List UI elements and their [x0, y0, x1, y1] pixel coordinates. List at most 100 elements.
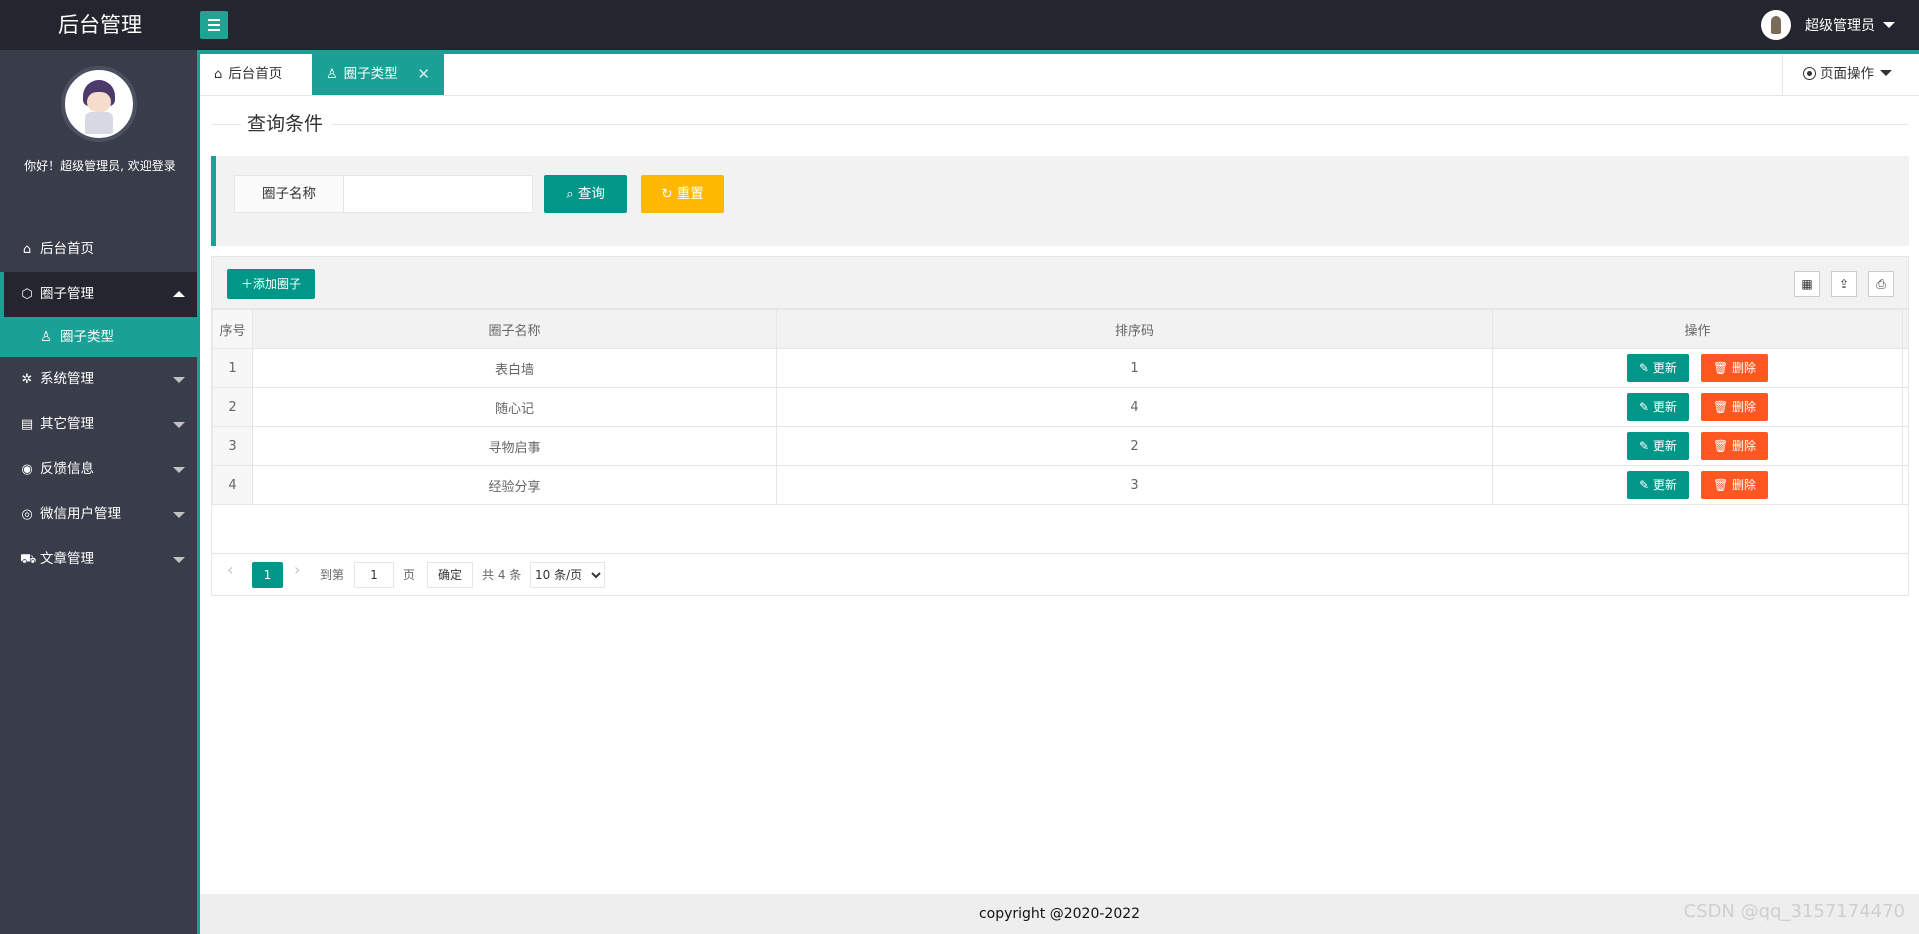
- page-number-current[interactable]: 1: [252, 562, 283, 588]
- column-header[interactable]: 序号: [212, 309, 253, 349]
- sidebar-item-system[interactable]: ✲ 系统管理: [0, 357, 197, 402]
- edit-label: 更新: [1652, 400, 1677, 414]
- table-row: 4 经验分享 3 ✎ 更新 🗑 删除: [212, 465, 1909, 505]
- export-icon[interactable]: ⇪: [1831, 271, 1857, 297]
- menu-toggle-button[interactable]: [200, 11, 228, 39]
- cell-sort-code: 4: [776, 387, 1493, 427]
- sidebar-item-label: 系统管理: [40, 371, 94, 387]
- cell-sort-code: 1: [776, 348, 1493, 388]
- circle-name-input[interactable]: [343, 175, 533, 213]
- sidebar-item-label: 后台首页: [40, 241, 94, 257]
- row-number: 2: [212, 387, 253, 427]
- cell-sort-code: 3: [776, 465, 1493, 505]
- sidebar-item-circle-management[interactable]: ⬡ 圈子管理: [0, 272, 197, 317]
- hamburger-icon: [208, 19, 220, 21]
- search-icon: ⌕: [566, 186, 574, 202]
- table-header-row: 序号 圈子名称 排序码 操作: [212, 309, 1909, 349]
- edit-button[interactable]: ✎ 更新: [1626, 471, 1689, 499]
- delete-button[interactable]: 🗑 删除: [1700, 432, 1769, 460]
- chevron-right-icon[interactable]: ›: [294, 560, 300, 579]
- circle-name-label: 圈子名称: [234, 175, 344, 213]
- add-circle-button[interactable]: ＋添加圈子: [227, 269, 315, 299]
- query-button-label: 查询: [577, 186, 605, 202]
- data-table-panel: ＋添加圈子 ▦ ⇪ ⎙ 序号 圈子名称 排序码 操作 1 表白墙 1 ✎ 更新: [211, 256, 1909, 596]
- sidebar-item-feedback[interactable]: ◉ 反馈信息: [0, 447, 197, 492]
- chevron-left-icon[interactable]: ‹: [227, 560, 233, 579]
- sidebar-item-label: 圈子管理: [40, 286, 94, 302]
- columns-filter-icon[interactable]: ▦: [1794, 271, 1820, 297]
- sidebar-item-articles[interactable]: ⛟ 文章管理: [0, 537, 197, 582]
- chevron-down-icon: [1880, 70, 1892, 76]
- copyright-text: copyright @2020-2022: [978, 906, 1141, 922]
- radio-dot-icon: [1803, 67, 1816, 80]
- column-header[interactable]: 圈子名称: [252, 309, 777, 349]
- search-section-title: 查询条件: [241, 112, 330, 136]
- total-count: 共 4 条: [482, 568, 522, 582]
- pencil-icon: ✎: [1638, 400, 1649, 414]
- close-icon[interactable]: ✕: [417, 54, 430, 95]
- tab-label: 后台首页: [228, 66, 283, 82]
- circle-type-table: 序号 圈子名称 排序码 操作 1 表白墙 1 ✎ 更新 🗑 删除 2 随心记 4…: [212, 309, 1909, 505]
- column-header[interactable]: 排序码: [776, 309, 1493, 349]
- trash-icon: 🗑: [1712, 439, 1729, 453]
- divider: [331, 124, 1909, 125]
- page-operations-menu[interactable]: 页面操作: [1782, 54, 1919, 95]
- add-circle-label: 添加圈子: [253, 277, 302, 291]
- pagination: ‹ 1 › 到第 1 页 确定 共 4 条 10 条/页: [212, 553, 1908, 595]
- hamburger-line: [208, 24, 220, 26]
- table-row: 1 表白墙 1 ✎ 更新 🗑 删除: [212, 348, 1909, 388]
- page-jump-input[interactable]: 1: [354, 562, 394, 588]
- edit-label: 更新: [1652, 361, 1677, 375]
- cell-circle-name: 表白墙: [252, 348, 777, 388]
- edit-label: 更新: [1652, 439, 1677, 453]
- divider: [211, 124, 241, 125]
- tab-circle-type[interactable]: ♙ 圈子类型 ✕: [312, 54, 444, 95]
- reset-button[interactable]: ↻ 重置: [641, 175, 724, 213]
- delete-button[interactable]: 🗑 删除: [1700, 354, 1769, 382]
- page-size-select[interactable]: 10 条/页: [530, 562, 605, 588]
- reset-button-label: 重置: [676, 186, 704, 202]
- sidebar: 你好！超级管理员, 欢迎登录 ⌂ 后台首页 ⬡ 圈子管理 ♙ 圈子类型 ✲ 系统管理 ▤…: [0, 50, 200, 934]
- row-number: 3: [212, 426, 253, 466]
- username-label: 超级管理员: [1805, 18, 1875, 34]
- edit-button[interactable]: ✎ 更新: [1626, 354, 1689, 382]
- delete-label: 删除: [1732, 361, 1757, 375]
- page-unit-label: 页: [403, 568, 416, 582]
- cell-actions: ✎ 更新 🗑 删除: [1492, 465, 1903, 505]
- sidebar-item-circle-type[interactable]: ♙ 圈子类型: [0, 317, 197, 357]
- pencil-icon: ✎: [1638, 478, 1649, 492]
- chevron-down-icon: [173, 557, 185, 563]
- sidebar-item-other[interactable]: ▤ 其它管理: [0, 402, 197, 447]
- tab-home[interactable]: ⌂ 后台首页: [200, 54, 312, 95]
- sidebar-nav: ⌂ 后台首页 ⬡ 圈子管理 ♙ 圈子类型 ✲ 系统管理 ▤ 其它管理 ◉ 反馈信息 ◎ 微信用…: [0, 227, 197, 582]
- cell-circle-name: 经验分享: [252, 465, 777, 505]
- cart-icon: ⛟: [20, 552, 37, 567]
- cell-actions: ✎ 更新 🗑 删除: [1492, 348, 1903, 388]
- delete-button[interactable]: 🗑 删除: [1700, 393, 1769, 421]
- avatar-face: [87, 92, 111, 112]
- app-logo: 后台管理: [58, 13, 142, 37]
- chevron-up-icon: [173, 291, 185, 297]
- sidebar-item-label: 反馈信息: [40, 461, 94, 477]
- user-menu[interactable]: 超级管理员: [1761, 0, 1895, 50]
- delete-button[interactable]: 🗑 删除: [1700, 471, 1769, 499]
- page-operations-label: 页面操作: [1820, 66, 1874, 82]
- trash-icon: 🗑: [1712, 361, 1729, 375]
- pause-circle-icon: ◎: [21, 507, 33, 522]
- edit-button[interactable]: ✎ 更新: [1626, 432, 1689, 460]
- plus-icon: ＋: [240, 277, 253, 291]
- trash-icon: 🗑: [1712, 478, 1729, 492]
- sidebar-item-label: 微信用户管理: [40, 506, 121, 522]
- sidebar-item-label: 圈子类型: [60, 329, 114, 345]
- sidebar-item-wechat-users[interactable]: ◎ 微信用户管理: [0, 492, 197, 537]
- chevron-down-icon: [173, 422, 185, 428]
- gear-icon: ✲: [21, 372, 33, 387]
- edit-button[interactable]: ✎ 更新: [1626, 393, 1689, 421]
- user-icon: ♙: [326, 67, 338, 82]
- query-button[interactable]: ⌕ 查询: [544, 175, 627, 213]
- print-icon[interactable]: ⎙: [1868, 271, 1894, 297]
- page-jump-confirm-button[interactable]: 确定: [427, 562, 473, 588]
- sidebar-item-home[interactable]: ⌂ 后台首页: [0, 227, 197, 272]
- footer: copyright @2020-2022: [200, 894, 1919, 934]
- feedback-icon: ◉: [21, 462, 33, 477]
